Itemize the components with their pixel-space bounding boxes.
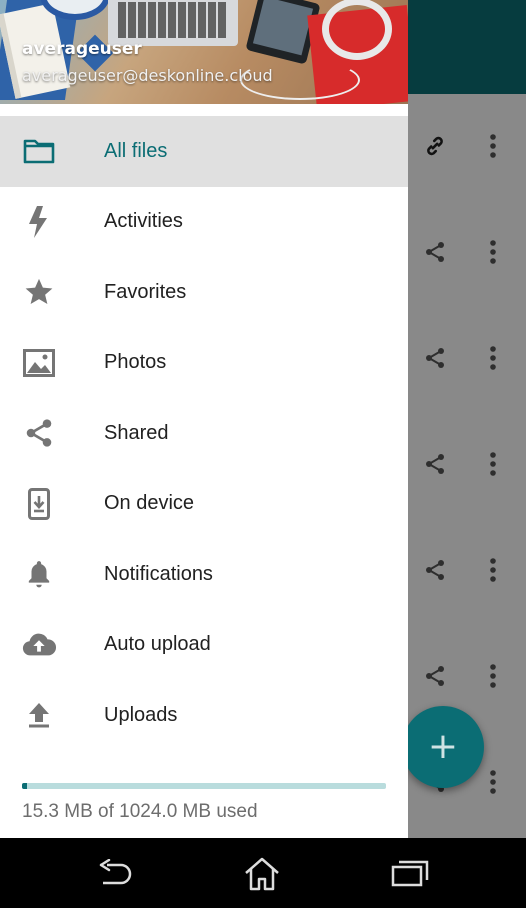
share-icon <box>22 416 56 450</box>
drawer-item-label: Photos <box>104 351 167 374</box>
drawer-item-shared[interactable]: Shared <box>0 398 408 469</box>
image-icon <box>22 346 56 380</box>
folder-icon <box>22 134 56 168</box>
storage-quota-bar <box>22 783 386 789</box>
drawer-item-all-files[interactable]: All files <box>0 116 408 187</box>
system-navigation-bar <box>0 838 526 908</box>
lightning-icon <box>22 205 56 239</box>
drawer-item-label: Activities <box>104 210 183 233</box>
drawer-item-label: All files <box>104 139 168 162</box>
drawer-item-label: On device <box>104 492 195 515</box>
drawer-menu: All files Activities Favorites Photos Sh… <box>0 116 408 751</box>
drawer-item-label: Auto upload <box>104 633 211 656</box>
drawer-item-notifications[interactable]: Notifications <box>0 539 408 610</box>
drawer-item-photos[interactable]: Photos <box>0 328 408 399</box>
bell-icon <box>22 557 56 591</box>
cloud-upload-icon <box>22 628 56 662</box>
account-name: averageuser <box>22 39 142 59</box>
plus-icon: + <box>427 726 459 767</box>
drawer-header[interactable]: averageuser averageuser@deskonline.cloud <box>0 0 408 104</box>
drawer-item-auto-upload[interactable]: Auto upload <box>0 610 408 681</box>
drawer-item-label: Notifications <box>104 562 213 585</box>
account-email: averageuser@deskonline.cloud <box>22 66 273 85</box>
phone-download-icon <box>22 487 56 521</box>
back-icon[interactable] <box>94 854 138 894</box>
storage-quota-fill <box>22 783 28 789</box>
navigation-drawer: averageuser averageuser@deskonline.cloud… <box>0 0 408 838</box>
storage-quota-text: 15.3 MB of 1024.0 MB used <box>22 801 258 822</box>
recent-apps-icon[interactable] <box>388 854 432 894</box>
home-icon[interactable] <box>240 854 284 894</box>
drawer-item-activities[interactable]: Activities <box>0 187 408 258</box>
drawer-item-label: Favorites <box>104 280 187 303</box>
drawer-item-on-device[interactable]: On device <box>0 469 408 540</box>
drawer-item-label: Shared <box>104 421 169 444</box>
upload-icon <box>22 698 56 732</box>
drawer-item-uploads[interactable]: Uploads <box>0 680 408 751</box>
star-icon <box>22 275 56 309</box>
drawer-item-label: Uploads <box>104 703 178 726</box>
drawer-item-favorites[interactable]: Favorites <box>0 257 408 328</box>
add-fab-button[interactable]: + <box>402 706 484 788</box>
